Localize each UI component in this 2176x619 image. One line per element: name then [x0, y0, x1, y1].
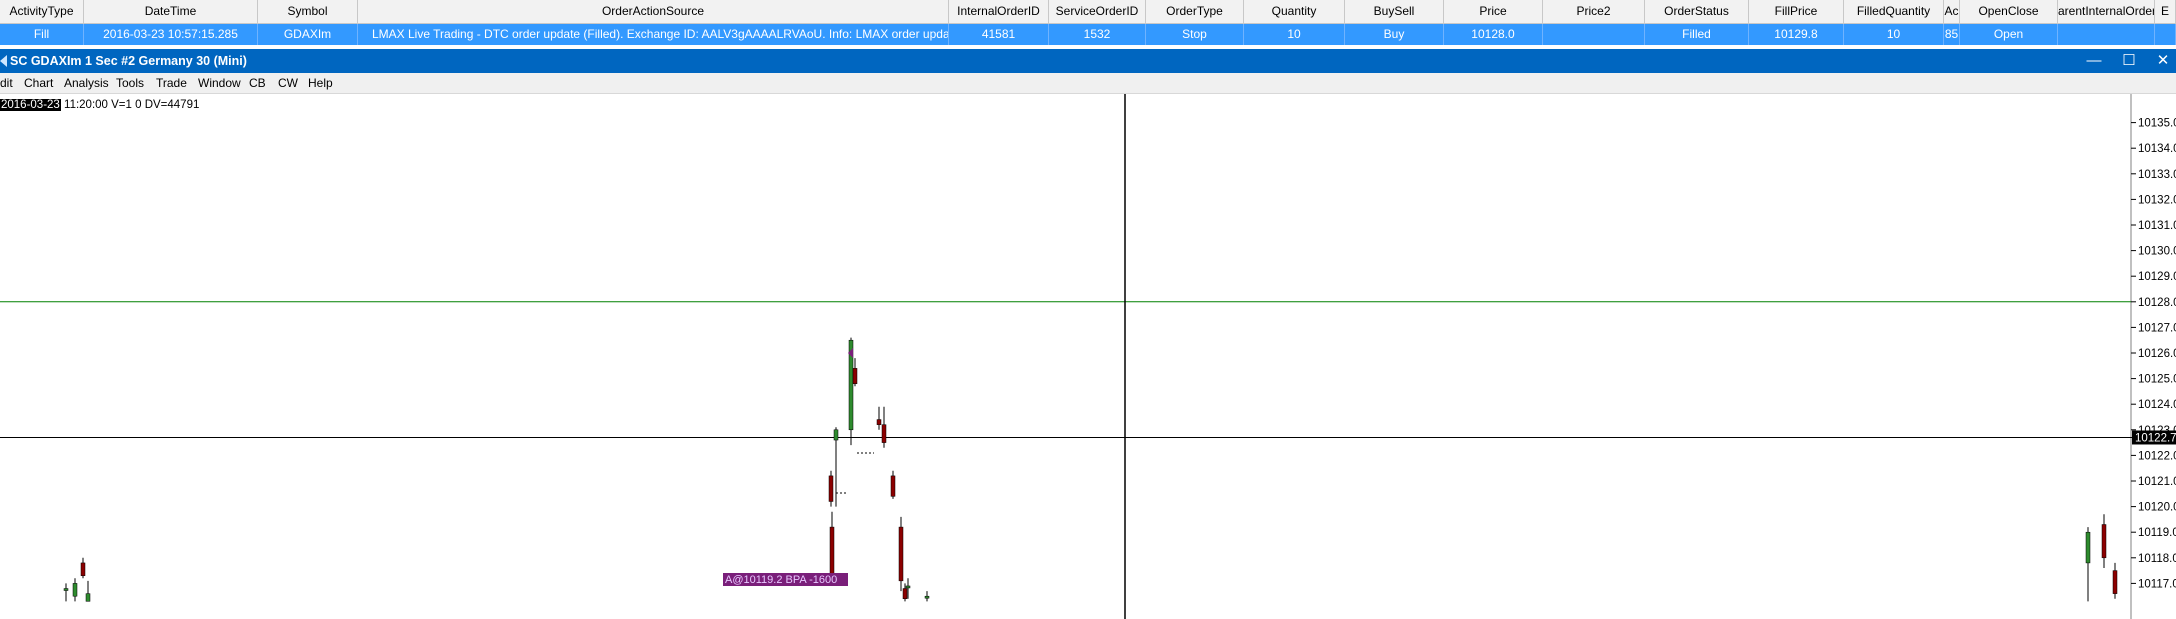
table-cell-16	[2058, 24, 2155, 45]
candle-body	[876, 419, 882, 425]
menu-help[interactable]: Help	[308, 73, 333, 93]
column-header-17[interactable]: E	[2155, 0, 2176, 23]
bar-info-readout: 2016-03-23 11:20:00 V=1 0 DV=44791	[0, 98, 199, 112]
table-cell-3: LMAX Live Trading - DTC order update (Fi…	[358, 24, 949, 45]
column-header-3[interactable]: OrderActionSource	[358, 0, 949, 23]
candle-body	[2112, 570, 2118, 594]
menu-chart[interactable]: Chart	[24, 73, 53, 93]
column-header-14[interactable]: Ac	[1944, 0, 1960, 23]
candle-body	[829, 526, 835, 582]
column-header-7[interactable]: Quantity	[1244, 0, 1345, 23]
column-header-10[interactable]: Price2	[1543, 0, 1645, 23]
table-row[interactable]: Fill 2016-03-23 10:57:15.285 GDAXIm LMAX Li…	[0, 24, 2176, 45]
price-tick-label: 10128.0	[2138, 297, 2176, 309]
candle-body	[828, 475, 834, 502]
table-cell-15: Open	[1960, 24, 2058, 45]
column-header-4[interactable]: InternalOrderID	[949, 0, 1049, 23]
column-header-2[interactable]: Symbol	[258, 0, 358, 23]
window-title: SC GDAXIm 1 Sec #2 Germany 30 (Mini)	[10, 54, 247, 68]
close-button[interactable]: ✕	[2146, 49, 2176, 73]
column-header-5[interactable]: ServiceOrderID	[1049, 0, 1146, 23]
table-cell-10	[1543, 24, 1645, 45]
price-tick-label: 10131.0	[2138, 220, 2176, 232]
price-tick-label: 10124.0	[2138, 399, 2176, 411]
candle-body	[85, 593, 91, 602]
column-header-6[interactable]: OrderType	[1146, 0, 1244, 23]
menu-cw[interactable]: CW	[278, 73, 298, 93]
table-cell-5: 1532	[1049, 24, 1146, 45]
column-header-9[interactable]: Price	[1444, 0, 1543, 23]
price-tick-label: 10119.0	[2138, 527, 2176, 539]
trade-activity-table: ActivityType DateTime Symbol OrderActionSou…	[0, 0, 2176, 50]
price-tick-label: 10132.0	[2138, 194, 2176, 206]
table-cell-12: 10129.8	[1749, 24, 1844, 45]
price-tick-label: 10125.0	[2138, 374, 2176, 386]
minimize-button[interactable]: —	[2077, 49, 2111, 73]
table-cell-4: 41581	[949, 24, 1049, 45]
candle-body	[890, 475, 896, 497]
column-header-12[interactable]: FillPrice	[1749, 0, 1844, 23]
candle-body	[902, 588, 908, 600]
order-label-text: A@10119.2 BPA -1600	[725, 574, 837, 586]
candle-body	[905, 585, 911, 589]
price-tick-label: 10117.0	[2138, 578, 2176, 590]
candle-body	[852, 368, 858, 384]
cursor-price-label: 10122.7	[2135, 432, 2176, 444]
maximize-button[interactable]: ☐	[2112, 49, 2146, 73]
price-tick-label: 10129.0	[2138, 271, 2176, 283]
app-icon	[0, 55, 7, 67]
candle-body	[898, 526, 904, 582]
table-cell-13: 10	[1844, 24, 1944, 45]
price-tick-label: 10120.0	[2138, 502, 2176, 514]
price-tick-label: 10118.0	[2138, 553, 2176, 565]
candle-body	[881, 424, 887, 443]
menu-tools[interactable]: Tools	[116, 73, 144, 93]
menu-cb[interactable]: CB	[249, 73, 266, 93]
column-header-13[interactable]: FilledQuantity	[1844, 0, 1944, 23]
candle-body	[924, 595, 930, 599]
menu-analysis[interactable]: Analysis	[64, 73, 109, 93]
candle-body	[2101, 524, 2107, 559]
column-header-11[interactable]: OrderStatus	[1645, 0, 1749, 23]
column-header-16[interactable]: arentInternalOrderI	[2058, 0, 2155, 23]
candle-body	[63, 588, 69, 591]
candle-body	[833, 429, 839, 441]
bar-details: 11:20:00 V=1 0 DV=44791	[60, 99, 200, 111]
price-tick-label: 10126.0	[2138, 348, 2176, 360]
table-cell-6: Stop	[1146, 24, 1244, 45]
price-tick-label: 10121.0	[2138, 476, 2176, 488]
table-cell-1: 2016-03-23 10:57:15.285	[84, 24, 258, 45]
price-tick-label: 10133.0	[2138, 169, 2176, 181]
table-cell-17	[2155, 24, 2176, 45]
table-cell-2: GDAXIm	[258, 24, 358, 45]
table-cell-14: 85	[1944, 24, 1960, 45]
candle-body	[80, 562, 86, 576]
price-tick-label: 10135.0	[2138, 118, 2176, 130]
price-tick-label: 10134.0	[2138, 143, 2176, 155]
price-tick-label: 10122.0	[2138, 450, 2176, 462]
chart-plot-area[interactable]: 10135.0 10134.0 10133.0 10132.0 10131.0 10130…	[0, 94, 2176, 619]
candle-body	[2085, 531, 2091, 564]
table-cell-8: Buy	[1345, 24, 1444, 45]
chart-window[interactable]: SC GDAXIm 1 Sec #2 Germany 30 (Mini) — ☐…	[0, 49, 2176, 619]
column-header-8[interactable]: BuySell	[1345, 0, 1444, 23]
column-header-0[interactable]: ActivityType	[0, 0, 84, 23]
candle-body	[72, 583, 78, 597]
table-cell-0: Fill	[0, 24, 84, 45]
menu-edit[interactable]: dit	[0, 73, 13, 93]
column-header-1[interactable]: DateTime	[84, 0, 258, 23]
table-header-row: ActivityType DateTime Symbol OrderActionSou…	[0, 0, 2176, 24]
price-tick-label: 10130.0	[2138, 246, 2176, 258]
table-cell-9: 10128.0	[1444, 24, 1543, 45]
menu-trade[interactable]: Trade	[156, 73, 187, 93]
table-cell-11: Filled	[1645, 24, 1749, 45]
title-bar[interactable]: SC GDAXIm 1 Sec #2 Germany 30 (Mini) — ☐…	[0, 49, 2176, 73]
menu-window[interactable]: Window	[198, 73, 241, 93]
price-tick-label: 10127.0	[2138, 322, 2176, 334]
bar-date: 2016-03-23	[0, 99, 61, 111]
menu-bar: dit Chart Analysis Tools Trade Window CB…	[0, 73, 2176, 94]
column-header-15[interactable]: OpenClose	[1960, 0, 2058, 23]
price-chart[interactable]: 10135.0 10134.0 10133.0 10132.0 10131.0 10130…	[0, 94, 2176, 619]
table-cell-7: 10	[1244, 24, 1345, 45]
